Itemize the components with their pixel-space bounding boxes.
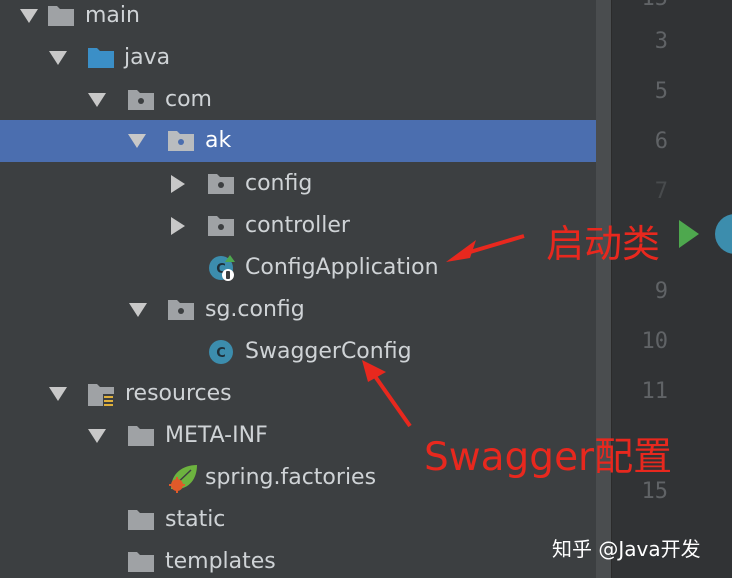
arrow-head bbox=[362, 360, 386, 382]
annotation-arrows bbox=[362, 234, 525, 428]
arrow-to-config-application bbox=[469, 234, 525, 254]
watermark: 知乎 @Java开发 bbox=[552, 537, 701, 561]
arrow-head bbox=[446, 240, 476, 262]
annotation-swagger-config: Swagger配置 bbox=[424, 435, 673, 480]
annotation-startup-class: 启动类 bbox=[546, 222, 661, 266]
arrow-to-swagger-config bbox=[370, 370, 412, 428]
